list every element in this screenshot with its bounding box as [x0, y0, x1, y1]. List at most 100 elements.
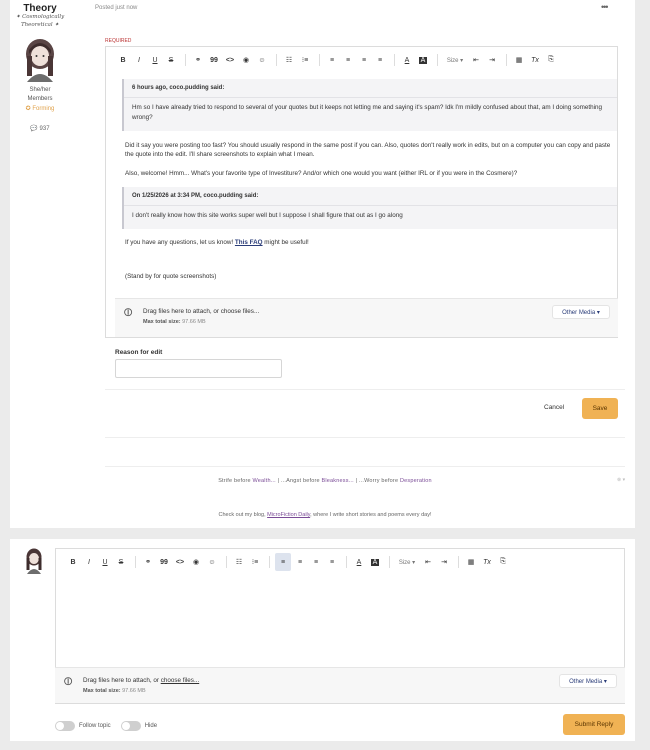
align-right-icon[interactable]: ≡: [309, 553, 323, 571]
toolbar-divider: [185, 54, 186, 66]
text-color-icon[interactable]: A: [400, 51, 414, 69]
attachment-area[interactable]: ⊘ Drag files here to attach, or choose f…: [55, 667, 625, 703]
align-left-icon[interactable]: ≡: [325, 51, 339, 69]
text-color-icon[interactable]: A: [352, 553, 366, 571]
clear-format-icon[interactable]: Tx: [480, 553, 494, 571]
background-color-icon[interactable]: A: [416, 51, 430, 69]
toolbar-divider: [269, 556, 270, 568]
background-color-icon[interactable]: A: [368, 553, 382, 571]
hide-toggle[interactable]: [120, 721, 141, 731]
align-right-icon[interactable]: ≡: [357, 51, 371, 69]
author-group: Members: [27, 96, 53, 102]
author-title-line1: ✦ Cosmologically: [15, 14, 65, 20]
spoiler-icon[interactable]: ◉: [239, 51, 253, 69]
signature-line: Strife before Wealth... | ...Angst befor…: [218, 478, 432, 484]
link-icon[interactable]: ⚭: [141, 553, 155, 571]
hide-signature-icon[interactable]: ⊗ ▾: [617, 477, 625, 483]
outdent-icon[interactable]: ⇤: [421, 553, 435, 571]
reply-options: Follow topic Hide: [55, 721, 157, 731]
choose-files-link[interactable]: choose files...: [161, 677, 200, 684]
posted-time[interactable]: Posted just now: [95, 5, 137, 11]
max-size: Max total size: 97.66 MB: [83, 688, 146, 694]
author-rank: ✪ Forming: [25, 106, 55, 112]
bullet-list-icon[interactable]: ☷: [232, 553, 246, 571]
avatar: [26, 548, 42, 574]
align-center-icon[interactable]: ≡: [341, 51, 355, 69]
justify-icon[interactable]: ≡: [325, 553, 339, 571]
attach-instructions[interactable]: Drag files here to attach, or choose fil…: [143, 308, 259, 315]
editor-paragraph: If you have any questions, let us know! …: [125, 239, 309, 246]
divider: [105, 389, 625, 390]
italic-icon[interactable]: I: [132, 51, 146, 69]
source-icon[interactable]: ⎘: [496, 553, 510, 571]
underline-icon[interactable]: U: [98, 553, 112, 571]
code-icon[interactable]: <>: [223, 51, 237, 69]
bold-icon[interactable]: B: [116, 51, 130, 69]
strikethrough-icon[interactable]: S: [164, 51, 178, 69]
bullet-list-icon[interactable]: ☷: [282, 51, 296, 69]
link-icon[interactable]: ⚭: [191, 51, 205, 69]
follow-topic-label: Follow topic: [79, 723, 111, 729]
emoji-icon[interactable]: ☺: [205, 553, 219, 571]
italic-icon[interactable]: I: [82, 553, 96, 571]
emoji-icon[interactable]: ☺: [255, 51, 269, 69]
align-left-icon[interactable]: ≡: [275, 553, 291, 571]
cancel-button[interactable]: Cancel: [544, 404, 564, 411]
submit-reply-button[interactable]: Submit Reply: [563, 714, 625, 735]
paperclip-icon: ⊘: [119, 303, 137, 321]
spoiler-icon[interactable]: ◉: [189, 553, 203, 571]
reason-input[interactable]: [115, 359, 282, 378]
toolbar-divider: [394, 54, 395, 66]
toolbar-divider: [506, 54, 507, 66]
save-button[interactable]: Save: [582, 398, 618, 419]
author-pronouns: She/her: [29, 87, 51, 93]
align-center-icon[interactable]: ≡: [293, 553, 307, 571]
quote-block[interactable]: On 1/25/2026 at 3:34 PM, coco.pudding sa…: [122, 187, 617, 229]
toolbar-divider: [437, 54, 438, 66]
source-icon[interactable]: ⎘: [544, 51, 558, 69]
toolbar-divider: [276, 54, 277, 66]
indent-icon[interactable]: ⇥: [437, 553, 451, 571]
font-size-dropdown[interactable]: Size ▾: [443, 51, 467, 69]
bold-icon[interactable]: B: [66, 553, 80, 571]
faq-link[interactable]: This FAQ: [235, 239, 263, 246]
paperclip-icon: ⊘: [59, 672, 77, 690]
indent-icon[interactable]: ⇥: [485, 51, 499, 69]
quote-block[interactable]: 6 hours ago, coco.pudding said: Hm so I …: [122, 79, 617, 131]
toolbar-divider: [319, 54, 320, 66]
divider: [105, 437, 625, 438]
table-icon[interactable]: ▦: [464, 553, 478, 571]
font-size-dropdown[interactable]: Size ▾: [395, 553, 419, 571]
strikethrough-icon[interactable]: S: [114, 553, 128, 571]
avatar[interactable]: [21, 38, 59, 82]
numbered-list-icon[interactable]: ⁝≡: [298, 51, 312, 69]
more-options-icon[interactable]: •••: [601, 2, 609, 12]
editor-paragraph: (Stand by for quote screenshots): [125, 273, 217, 280]
signature-blog-line: Check out my blog, MicroFiction Daily, w…: [218, 512, 432, 518]
quote-icon[interactable]: 99: [207, 51, 221, 69]
follow-topic-toggle[interactable]: [55, 721, 75, 731]
editor-paragraph: Did it say you were posting too fast? Yo…: [125, 142, 611, 158]
quote-icon[interactable]: 99: [157, 553, 171, 571]
numbered-list-icon[interactable]: ⁝≡: [248, 553, 262, 571]
code-icon[interactable]: <>: [173, 553, 187, 571]
author-post-count[interactable]: 💬 937: [0, 125, 80, 132]
attach-instructions[interactable]: Drag files here to attach, or choose fil…: [83, 677, 199, 684]
toolbar-divider: [226, 556, 227, 568]
other-media-button[interactable]: Other Media ▾: [559, 674, 617, 688]
toolbar-divider: [389, 556, 390, 568]
toolbar-divider: [346, 556, 347, 568]
divider: [105, 466, 625, 467]
attachment-area[interactable]: ⊘ Drag files here to attach, or choose f…: [115, 298, 618, 337]
max-size: Max total size: 97.66 MB: [143, 319, 206, 325]
other-media-button[interactable]: Other Media ▾: [552, 305, 610, 319]
quote-body: I don't really know how this site works …: [132, 212, 403, 219]
table-icon[interactable]: ▦: [512, 51, 526, 69]
blog-link[interactable]: MicroFiction Daily: [267, 512, 310, 518]
author-name[interactable]: Theory: [0, 3, 80, 14]
clear-format-icon[interactable]: Tx: [528, 51, 542, 69]
justify-icon[interactable]: ≡: [373, 51, 387, 69]
hide-label: Hide: [144, 723, 158, 729]
underline-icon[interactable]: U: [148, 51, 162, 69]
outdent-icon[interactable]: ⇤: [469, 51, 483, 69]
